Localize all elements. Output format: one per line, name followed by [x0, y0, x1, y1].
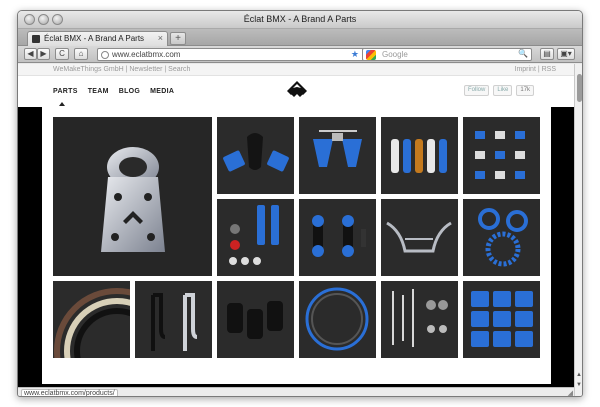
tools-icon — [392, 289, 448, 347]
product-tile-rim[interactable] — [299, 281, 376, 358]
scrollbar-thumb[interactable] — [577, 74, 582, 102]
product-tile-seat-pedals[interactable] — [217, 117, 294, 194]
bookmark-star-icon[interactable]: ★ — [351, 49, 359, 60]
product-tile-pegs[interactable] — [217, 281, 294, 358]
tab-label: Éclat BMX - A Brand A Parts — [44, 34, 145, 43]
product-tile-hubs[interactable] — [299, 199, 376, 276]
product-tile-pegs-bolts[interactable] — [217, 199, 294, 276]
product-tile-grips[interactable] — [381, 117, 458, 194]
scroll-down-icon[interactable]: ▼ — [576, 382, 582, 388]
site-nav: PARTS TEAM BLOG MEDIA Follow Like 17k — [18, 76, 574, 107]
search-bar[interactable]: Google 🔍 — [362, 48, 532, 61]
rim-icon — [305, 287, 369, 351]
nav-team[interactable]: TEAM — [88, 88, 109, 95]
tab-bar: Éclat BMX - A Brand A Parts × + — [18, 29, 582, 46]
window-title: Éclat BMX - A Brand A Parts — [243, 14, 357, 24]
twitter-follow-button[interactable]: Follow — [464, 85, 490, 96]
page-viewport: WeMakeThings GmbH | Newsletter | Search … — [18, 64, 574, 387]
address-text: www.eclatbmx.com — [112, 50, 181, 59]
product-tile-tools[interactable] — [381, 281, 458, 358]
home-button[interactable]: ⌂ — [74, 48, 88, 60]
close-tab-icon[interactable]: × — [158, 33, 163, 43]
imprint-rss-links[interactable]: Imprint | RSS — [515, 66, 557, 73]
scroll-up-icon[interactable]: ▲ — [576, 372, 582, 378]
menu-button[interactable]: ▣▾ — [557, 48, 575, 60]
google-icon[interactable] — [366, 50, 376, 60]
globe-icon — [101, 51, 109, 59]
favicon-icon — [32, 35, 40, 43]
forks-icon — [151, 293, 198, 351]
tires-icon — [54, 288, 130, 358]
stem-icon — [101, 147, 165, 252]
product-tile-sprockets[interactable] — [463, 199, 540, 276]
address-bar[interactable]: www.eclatbmx.com ★ ▾ — [97, 48, 373, 61]
status-url: www.eclatbmx.com/products/ — [21, 389, 118, 396]
product-tile-small-parts[interactable] — [463, 117, 540, 194]
title-bar: Éclat BMX - A Brand A Parts — [18, 11, 582, 29]
like-count: 17k — [516, 85, 535, 96]
hubs-icon — [312, 215, 366, 257]
pedals-icon — [471, 291, 533, 347]
sidebar-button[interactable]: ▤ — [540, 48, 554, 60]
nav-blog[interactable]: BLOG — [119, 88, 140, 95]
seat-and-pedals-icon — [223, 133, 289, 172]
search-placeholder: Google — [382, 50, 408, 59]
reload-button[interactable]: C — [55, 48, 69, 60]
vertical-scrollbar[interactable]: ▲ ▼ — [574, 64, 582, 396]
brake-icon — [313, 130, 362, 167]
product-tile-brake[interactable] — [299, 117, 376, 194]
back-button[interactable]: ◀ — [24, 48, 37, 60]
handlebars-icon — [386, 221, 452, 253]
browser-toolbar: ◀ ▶ C ⌂ www.eclatbmx.com ★ ▾ Google 🔍 ▤ … — [18, 46, 582, 63]
grips-icon — [391, 139, 447, 173]
search-icon[interactable]: 🔍 — [518, 49, 528, 58]
status-bar: www.eclatbmx.com/products/ ◢ — [18, 387, 574, 396]
browser-window: Éclat BMX - A Brand A Parts Éclat BMX - … — [17, 10, 583, 397]
product-tile-pedals[interactable] — [463, 281, 540, 358]
tab-eclat[interactable]: Éclat BMX - A Brand A Parts × — [27, 31, 168, 46]
product-tile-forks[interactable] — [135, 281, 212, 358]
eclat-logo-icon[interactable] — [286, 80, 308, 100]
product-tile-stem[interactable] — [53, 117, 212, 276]
nav-parts[interactable]: PARTS — [53, 88, 78, 95]
pegs-icon — [227, 301, 283, 339]
utility-links[interactable]: WeMakeThings GmbH | Newsletter | Search — [53, 66, 190, 73]
nav-media[interactable]: MEDIA — [150, 88, 174, 95]
product-tile-handlebars[interactable] — [381, 199, 458, 276]
active-nav-indicator — [59, 102, 65, 106]
utility-bar: WeMakeThings GmbH | Newsletter | Search … — [18, 64, 574, 76]
resize-grip-icon[interactable]: ◢ — [568, 389, 573, 396]
forward-button[interactable]: ▶ — [37, 48, 50, 60]
sprockets-icon — [478, 208, 528, 267]
new-tab-button[interactable]: + — [170, 32, 186, 45]
small-parts-icon — [475, 131, 525, 179]
product-grid-panel — [42, 107, 551, 384]
pegs-and-bolts-icon — [229, 205, 279, 265]
product-tile-tires[interactable] — [53, 281, 130, 358]
facebook-like-button[interactable]: Like — [493, 85, 513, 96]
